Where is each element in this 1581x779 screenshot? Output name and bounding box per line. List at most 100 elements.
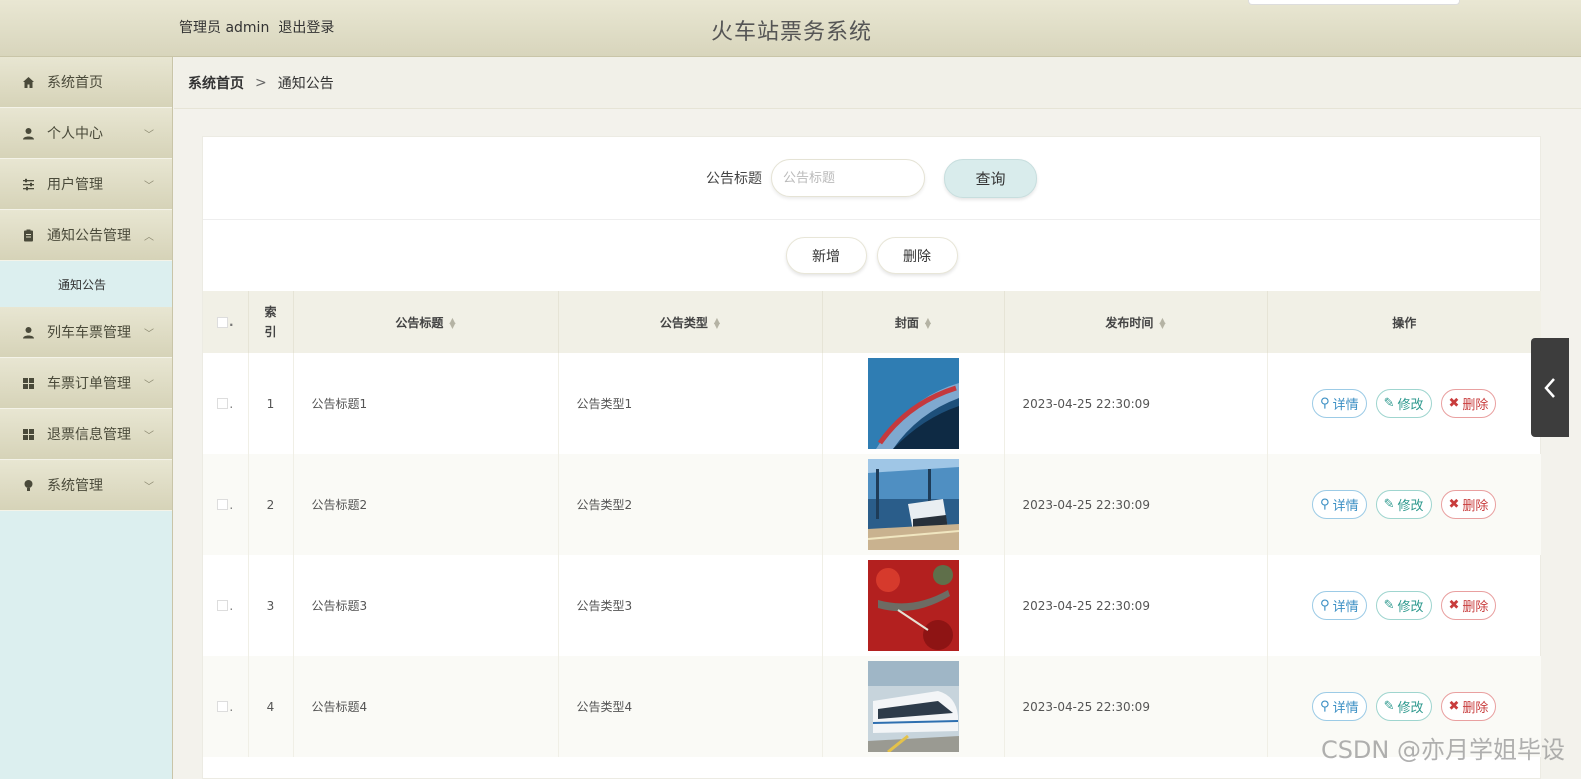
sort-icon[interactable]: ▲ ▼ <box>449 317 455 330</box>
sliders-icon <box>21 177 35 191</box>
sidebar-item-label: 个人中心 <box>47 126 103 142</box>
chevron-down-icon: ﹀ <box>144 130 154 141</box>
breadcrumb-home[interactable]: 系统首页 <box>188 73 244 93</box>
col-time[interactable]: 发布时间 ▲ ▼ <box>1004 291 1268 353</box>
col-type[interactable]: 公告类型 ▲ ▼ <box>558 291 823 353</box>
sidebar: 系统首页 个人中心 ﹀ 用户管理 ﹀ 通知公告管理 ︿ 通知公告 列车车票管理 … <box>0 57 173 779</box>
sidebar-item-notice-management[interactable]: 通知公告管理 ︿ <box>0 210 172 261</box>
row-index: 4 <box>248 656 294 757</box>
row-index: 3 <box>248 555 294 656</box>
row-ops-cell: ⚲ 详情 ✎ 修改 ✖ 删除 <box>1267 454 1541 555</box>
breadcrumb-separator: > <box>255 74 267 91</box>
edit-button[interactable]: ✎ 修改 <box>1375 591 1432 620</box>
edit-button[interactable]: ✎ 修改 <box>1375 692 1432 721</box>
row-time: 2023-04-25 22:30:09 <box>1004 555 1268 656</box>
detail-label: 详情 <box>1332 600 1359 615</box>
sidebar-item-label: 车票订单管理 <box>47 376 131 392</box>
detail-button[interactable]: ⚲ 详情 <box>1312 591 1367 620</box>
sort-icon[interactable]: ▲ ▼ <box>714 317 720 330</box>
col-type-label: 公告类型 <box>659 315 708 330</box>
edit-button[interactable]: ✎ 修改 <box>1375 389 1432 418</box>
row-type: 公告类型3 <box>558 555 823 656</box>
cover-image-bullet-train <box>867 661 959 752</box>
row-ops-cell: ⚲ 详情 ✎ 修改 ✖ 删除 <box>1267 353 1541 454</box>
pencil-icon: ✎ <box>1383 699 1395 714</box>
pencil-icon: ✎ <box>1383 497 1395 512</box>
row-checkbox[interactable] <box>217 499 229 510</box>
query-button[interactable]: 查询 <box>944 158 1037 198</box>
content-card: 公告标题 查询 新增 删除 . 索引 公告标题 ▲▼ 公告类型 ▲▼ 封面 ▲▼ 发布… <box>202 136 1541 779</box>
select-all-cell: . <box>203 291 249 353</box>
select-all-checkbox[interactable] <box>216 316 228 328</box>
sidebar-item-label: 通知公告管理 <box>47 228 131 244</box>
row-time: 2023-04-25 22:30:09 <box>1004 454 1268 555</box>
detail-label: 详情 <box>1332 398 1359 413</box>
detail-button[interactable]: ⚲ 详情 <box>1312 692 1367 721</box>
row-cover-cell <box>822 555 1005 656</box>
row-ops-cell: ⚲ 详情 ✎ 修改 ✖ 删除 <box>1267 555 1541 656</box>
delete-button[interactable]: ✖ 删除 <box>1440 591 1497 620</box>
chevron-down-icon: ﹀ <box>144 431 154 442</box>
chevron-down-icon: ﹀ <box>144 329 154 340</box>
sidebar-subitem-label: 通知公告 <box>58 277 107 292</box>
delete-button[interactable]: ✖ 删除 <box>1440 389 1497 418</box>
sidebar-item-label: 系统管理 <box>47 478 103 494</box>
sidebar-item-personal-center[interactable]: 个人中心 ﹀ <box>0 108 172 159</box>
cover-image-tunnel-train <box>867 358 959 449</box>
row-select-cell: . <box>203 353 249 454</box>
sidebar-item-system-management[interactable]: 系统管理 ﹀ <box>0 460 172 511</box>
edit-label: 修改 <box>1397 701 1424 716</box>
sidebar-item-refund-management[interactable]: 退票信息管理 ﹀ <box>0 409 172 460</box>
sidebar-item-label: 系统首页 <box>47 75 103 91</box>
sidebar-subitem-notice[interactable]: 通知公告 <box>0 261 172 307</box>
search-icon: ⚲ <box>1320 699 1330 714</box>
sidebar-item-label: 退票信息管理 <box>47 427 131 443</box>
sort-icon[interactable]: ▲ ▼ <box>1159 317 1165 330</box>
row-title: 公告标题2 <box>293 454 559 555</box>
row-select-cell: . <box>203 656 249 757</box>
row-checkbox[interactable] <box>217 398 229 409</box>
search-input[interactable] <box>771 159 925 197</box>
delete-button[interactable]: ✖ 删除 <box>1440 490 1497 519</box>
delete-label: 删除 <box>1462 398 1489 413</box>
col-title[interactable]: 公告标题 ▲ ▼ <box>293 291 559 353</box>
collapse-panel-button[interactable] <box>1531 338 1569 437</box>
row-cover-cell <box>822 656 1005 757</box>
row-select-cell: . <box>203 555 249 656</box>
detail-button[interactable]: ⚲ 详情 <box>1312 389 1367 418</box>
close-icon: ✖ <box>1448 396 1460 411</box>
sidebar-item-ticket-management[interactable]: 列车车票管理 ﹀ <box>0 307 172 358</box>
top-header: 管理员 admin 退出登录 火车站票务系统 <box>0 0 1581 57</box>
row-type: 公告类型1 <box>558 353 823 454</box>
search-icon: ⚲ <box>1320 396 1330 411</box>
sidebar-item-user-management[interactable]: 用户管理 ﹀ <box>0 159 172 210</box>
row-cover-cell <box>822 454 1005 555</box>
detail-button[interactable]: ⚲ 详情 <box>1312 490 1367 519</box>
row-cover-cell <box>822 353 1005 454</box>
col-cover[interactable]: 封面 ▲ ▼ <box>822 291 1005 353</box>
col-title-label: 公告标题 <box>395 315 444 330</box>
delete-button[interactable]: ✖ 删除 <box>1440 692 1497 721</box>
table-row: . 2 公告标题2 公告类型2 2023-04-25 22:30:09 ⚲ 详情… <box>203 454 1541 555</box>
detail-label: 详情 <box>1332 499 1359 514</box>
row-checkbox[interactable] <box>217 600 229 611</box>
pencil-icon: ✎ <box>1383 598 1395 613</box>
sidebar-item-order-management[interactable]: 车票订单管理 ﹀ <box>0 358 172 409</box>
notice-table: . 索引 公告标题 ▲ ▼ 公告类型 ▲ ▼ 封面 ▲ ▼ 发布时间 ▲ ▼ 操作 . 1 公告… <box>203 291 1541 757</box>
sidebar-item-home[interactable]: 系统首页 <box>0 57 172 108</box>
col-time-label: 发布时间 <box>1105 315 1154 330</box>
cover-image-red-field-train <box>867 560 959 651</box>
chevron-left-icon <box>1544 377 1555 398</box>
row-time: 2023-04-25 22:30:09 <box>1004 656 1268 757</box>
add-button[interactable]: 新增 <box>785 237 867 274</box>
pencil-icon: ✎ <box>1383 396 1395 411</box>
batch-delete-button[interactable]: 删除 <box>876 237 958 274</box>
row-checkbox[interactable] <box>217 701 229 712</box>
chevron-down-icon: ﹀ <box>144 482 154 493</box>
sidebar-item-label: 列车车票管理 <box>47 325 131 341</box>
sort-icon[interactable]: ▲ ▼ <box>925 317 931 330</box>
edit-button[interactable]: ✎ 修改 <box>1375 490 1432 519</box>
chevron-down-icon: ﹀ <box>144 380 154 391</box>
delete-label: 删除 <box>1462 499 1489 514</box>
search-icon: ⚲ <box>1320 598 1330 613</box>
